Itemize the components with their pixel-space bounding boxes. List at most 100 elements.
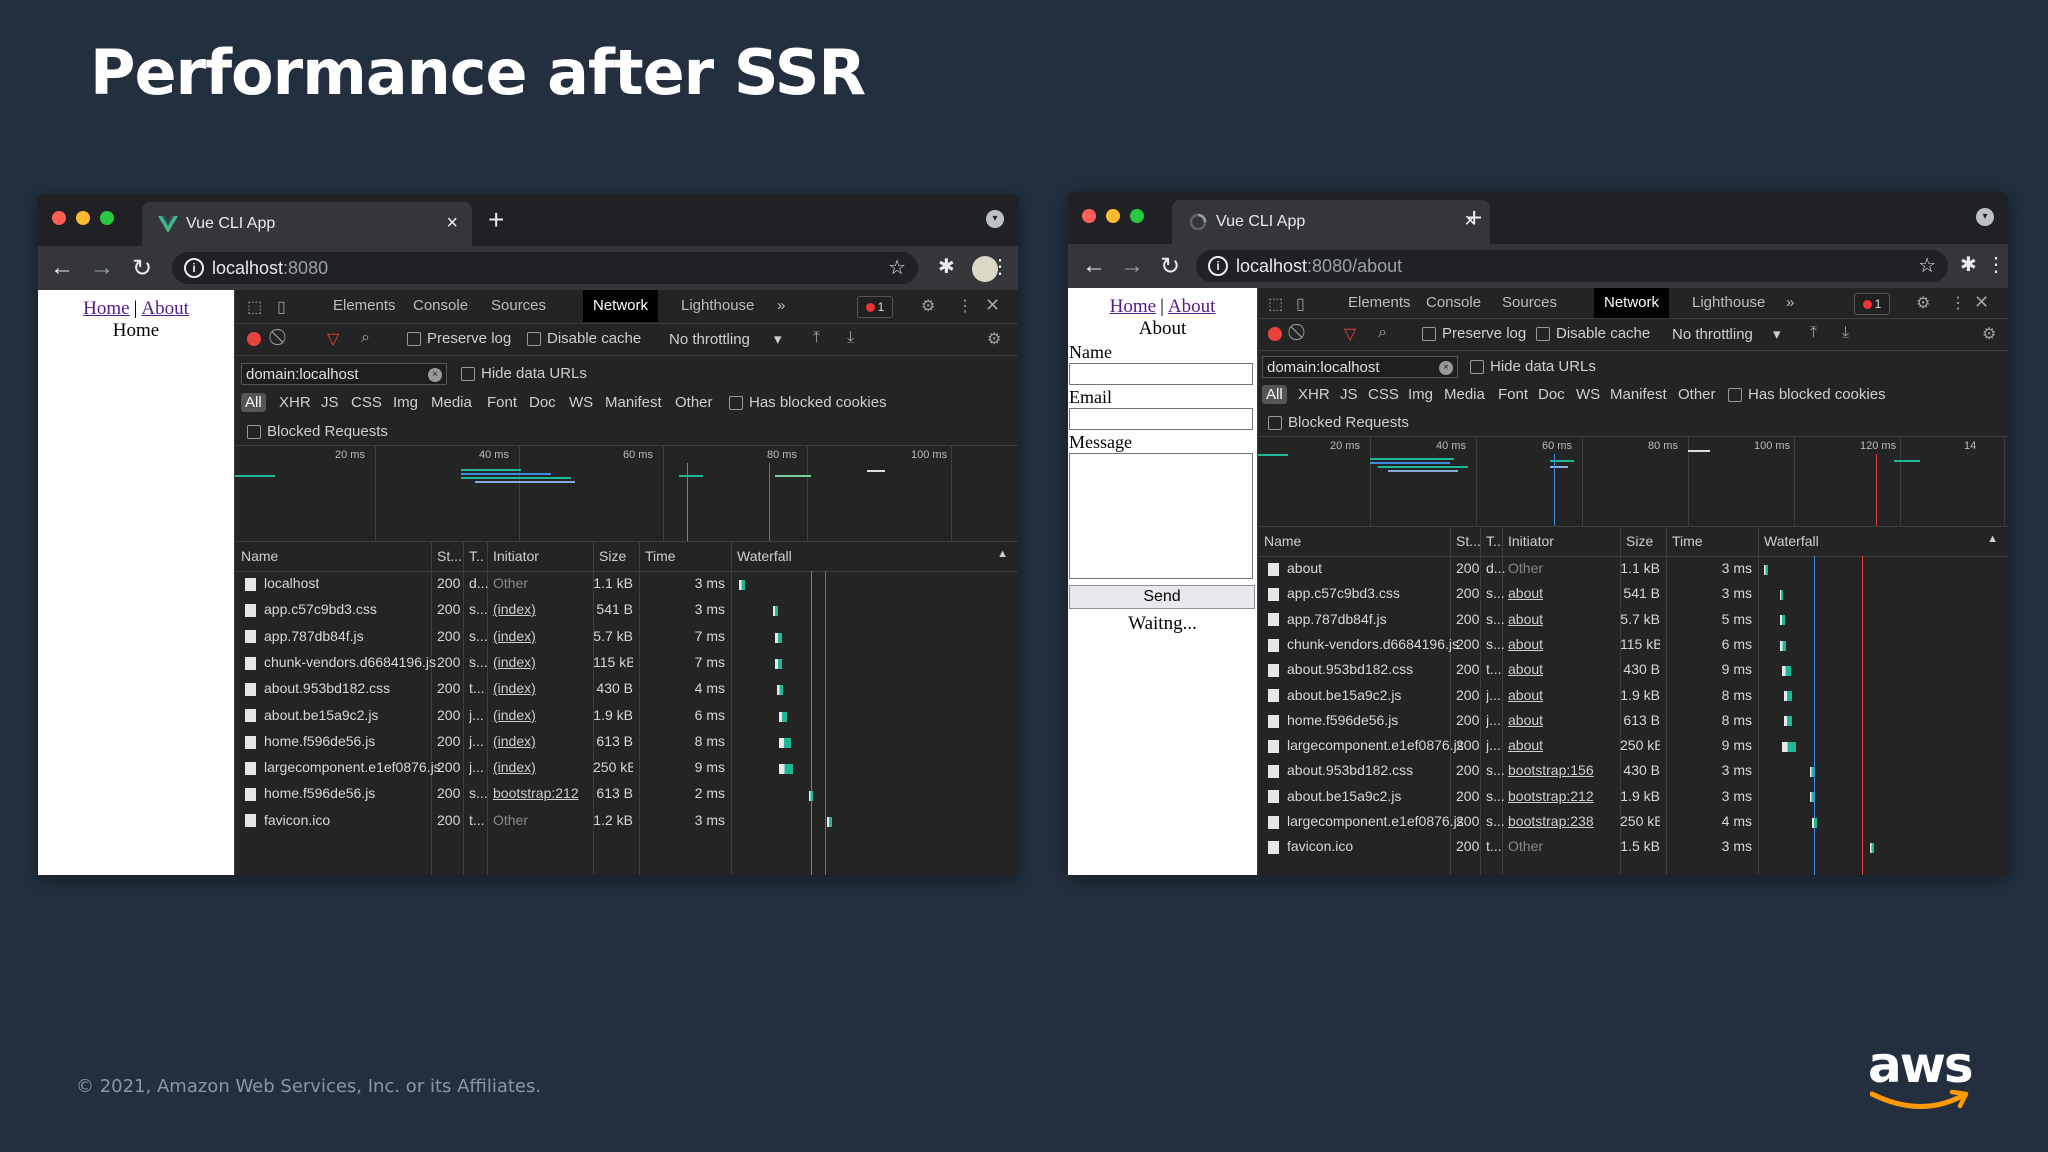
sort-ascending-icon[interactable]: ▲ bbox=[997, 548, 1008, 560]
type-filter-js[interactable]: JS bbox=[1340, 386, 1358, 403]
type-filter-other[interactable]: Other bbox=[675, 394, 713, 411]
table-row[interactable]: largecomponent.e1ef0876.js 200 s... bootstr… bbox=[1258, 810, 2008, 835]
request-name[interactable]: favicon.ico bbox=[245, 812, 330, 828]
table-row[interactable]: about.be15a9c2.js 200 s... bootstrap:212 1.9… bbox=[1258, 785, 2008, 810]
request-initiator[interactable]: (index) bbox=[493, 654, 536, 670]
column-header-st[interactable]: St... bbox=[1456, 533, 1481, 549]
new-tab-icon[interactable]: + bbox=[488, 204, 504, 236]
type-filter-media[interactable]: Media bbox=[1444, 386, 1485, 403]
extensions-icon[interactable]: ✱ bbox=[938, 254, 955, 279]
table-row[interactable]: largecomponent.e1ef0876.js 200 j... about 25… bbox=[1258, 734, 2008, 759]
request-initiator[interactable]: (index) bbox=[493, 733, 536, 749]
table-row[interactable]: about.953bd182.css 200 s... bootstrap:156 43… bbox=[1258, 759, 2008, 784]
request-name[interactable]: about.953bd182.css bbox=[1268, 661, 1413, 677]
blocked-requests-checkbox[interactable]: Blocked Requests bbox=[247, 423, 388, 440]
reload-icon[interactable]: ↻ bbox=[132, 254, 152, 283]
table-row[interactable]: home.f596de56.js 200 j... about 613 B 8 ms bbox=[1258, 709, 2008, 734]
has-blocked-cookies-checkbox[interactable]: Has blocked cookies bbox=[1728, 386, 1886, 403]
export-har-icon[interactable]: ⤓ bbox=[1842, 324, 1849, 342]
tab-console[interactable]: Console bbox=[1416, 288, 1491, 318]
column-header-st[interactable]: St... bbox=[437, 548, 462, 564]
type-filter-css[interactable]: CSS bbox=[351, 394, 382, 411]
window-maximize-button[interactable] bbox=[100, 211, 114, 225]
filter-icon[interactable]: ▽ bbox=[1344, 324, 1356, 344]
request-name[interactable]: app.787db84f.js bbox=[1268, 611, 1387, 627]
column-header-name[interactable]: Name bbox=[1264, 533, 1301, 549]
type-filter-ws[interactable]: WS bbox=[1576, 386, 1600, 403]
tab-console[interactable]: Console bbox=[403, 290, 478, 322]
forward-icon[interactable]: → bbox=[90, 254, 114, 282]
tab-close-icon[interactable]: × bbox=[446, 212, 458, 235]
request-initiator[interactable]: (index) bbox=[493, 601, 536, 617]
filter-input[interactable]: domain:localhost × bbox=[241, 363, 447, 385]
search-icon[interactable]: ⌕ bbox=[361, 329, 370, 347]
tab-elements[interactable]: Elements bbox=[323, 290, 406, 322]
hide-data-urls-checkbox[interactable]: Hide data URLs bbox=[461, 365, 587, 382]
sort-ascending-icon[interactable]: ▲ bbox=[1987, 533, 1998, 545]
request-name[interactable]: about.be15a9c2.js bbox=[245, 707, 378, 723]
address-bar[interactable]: i localhost:8080 ☆ bbox=[172, 252, 918, 284]
request-initiator[interactable]: about bbox=[1508, 661, 1543, 677]
tab-lighthouse[interactable]: Lighthouse bbox=[1682, 288, 1775, 318]
table-row[interactable]: app.787db84f.js 200 s... about 5.7 kB 5 ms bbox=[1258, 608, 2008, 633]
request-initiator[interactable]: about bbox=[1508, 585, 1543, 601]
type-filter-other[interactable]: Other bbox=[1678, 386, 1716, 403]
home-link[interactable]: Home bbox=[83, 298, 129, 319]
request-initiator[interactable]: (index) bbox=[493, 759, 536, 775]
column-header-size[interactable]: Size bbox=[599, 548, 626, 564]
table-row[interactable]: app.787db84f.js 200 s... (index) 5.7 kB 7 ms bbox=[235, 625, 1018, 651]
type-filter-css[interactable]: CSS bbox=[1368, 386, 1399, 403]
tab-sources[interactable]: Sources bbox=[481, 290, 556, 322]
table-row[interactable]: app.c57c9bd3.css 200 s... (index) 541 B 3 ms bbox=[235, 598, 1018, 624]
table-row[interactable]: app.c57c9bd3.css 200 s... about 541 B 3 ms bbox=[1258, 582, 2008, 607]
table-row[interactable]: about.be15a9c2.js 200 j... (index) 1.9 kB 6 m… bbox=[235, 704, 1018, 730]
filter-input[interactable]: domain:localhost × bbox=[1262, 356, 1458, 378]
table-row[interactable]: about.953bd182.css 200 t... about 430 B 9 ms bbox=[1258, 658, 2008, 683]
close-devtools-icon[interactable]: ✕ bbox=[1974, 292, 1989, 313]
type-filter-doc[interactable]: Doc bbox=[529, 394, 556, 411]
table-row[interactable]: favicon.ico 200 t... Other 1.5 kB 3 ms bbox=[1258, 835, 2008, 860]
type-filter-js[interactable]: JS bbox=[321, 394, 339, 411]
column-header-initiator[interactable]: Initiator bbox=[493, 548, 539, 564]
back-icon[interactable]: ← bbox=[1082, 252, 1106, 280]
request-initiator[interactable]: (index) bbox=[493, 707, 536, 723]
type-filter-xhr[interactable]: XHR bbox=[279, 394, 311, 411]
type-filter-media[interactable]: Media bbox=[431, 394, 472, 411]
network-settings-icon[interactable]: ⚙ bbox=[987, 329, 1001, 349]
disable-cache-checkbox[interactable]: Disable cache bbox=[527, 330, 641, 347]
settings-gear-icon[interactable]: ⚙ bbox=[921, 296, 935, 316]
preserve-log-checkbox[interactable]: Preserve log bbox=[1422, 325, 1526, 342]
has-blocked-cookies-checkbox[interactable]: Has blocked cookies bbox=[729, 394, 887, 411]
error-count-badge[interactable]: 1 bbox=[1854, 293, 1890, 315]
send-button[interactable]: Send bbox=[1069, 585, 1255, 609]
clear-filter-icon[interactable]: × bbox=[428, 368, 442, 382]
request-initiator[interactable]: bootstrap:156 bbox=[1508, 762, 1594, 778]
preserve-log-checkbox[interactable]: Preserve log bbox=[407, 330, 511, 347]
request-name[interactable]: largecomponent.e1ef0876.js bbox=[1268, 737, 1464, 753]
filter-icon[interactable]: ▽ bbox=[327, 329, 339, 349]
request-initiator[interactable]: bootstrap:212 bbox=[1508, 788, 1594, 804]
window-minimize-button[interactable] bbox=[76, 211, 90, 225]
table-row[interactable]: localhost 200 d... Other 1.1 kB 3 ms bbox=[235, 572, 1018, 598]
type-filter-ws[interactable]: WS bbox=[569, 394, 593, 411]
request-name[interactable]: about bbox=[1268, 560, 1322, 576]
request-initiator[interactable]: about bbox=[1508, 687, 1543, 703]
inspect-element-icon[interactable]: ⬚ bbox=[1268, 294, 1283, 314]
request-initiator[interactable]: (index) bbox=[493, 680, 536, 696]
column-header-initiator[interactable]: Initiator bbox=[1508, 533, 1554, 549]
request-initiator[interactable]: (index) bbox=[493, 628, 536, 644]
blocked-requests-checkbox[interactable]: Blocked Requests bbox=[1268, 414, 1409, 431]
request-initiator[interactable]: about bbox=[1508, 737, 1543, 753]
type-filter-font[interactable]: Font bbox=[487, 394, 517, 411]
back-icon[interactable]: ← bbox=[50, 254, 74, 282]
table-row[interactable]: about.953bd182.css 200 t... (index) 430 B 4 m… bbox=[235, 677, 1018, 703]
table-row[interactable]: largecomponent.e1ef0876.js 200 j... (index)… bbox=[235, 756, 1018, 782]
table-row[interactable]: home.f596de56.js 200 j... (index) 613 B 8 ms bbox=[235, 730, 1018, 756]
tab-search-icon[interactable]: ▾ bbox=[1976, 208, 1994, 226]
forward-icon[interactable]: → bbox=[1120, 252, 1144, 280]
window-close-button[interactable] bbox=[52, 211, 66, 225]
reload-icon[interactable]: ↻ bbox=[1160, 252, 1180, 281]
column-header-time[interactable]: Time bbox=[645, 548, 676, 564]
table-row[interactable]: about 200 d... Other 1.1 kB 3 ms bbox=[1258, 557, 2008, 582]
column-header-name[interactable]: Name bbox=[241, 548, 278, 564]
